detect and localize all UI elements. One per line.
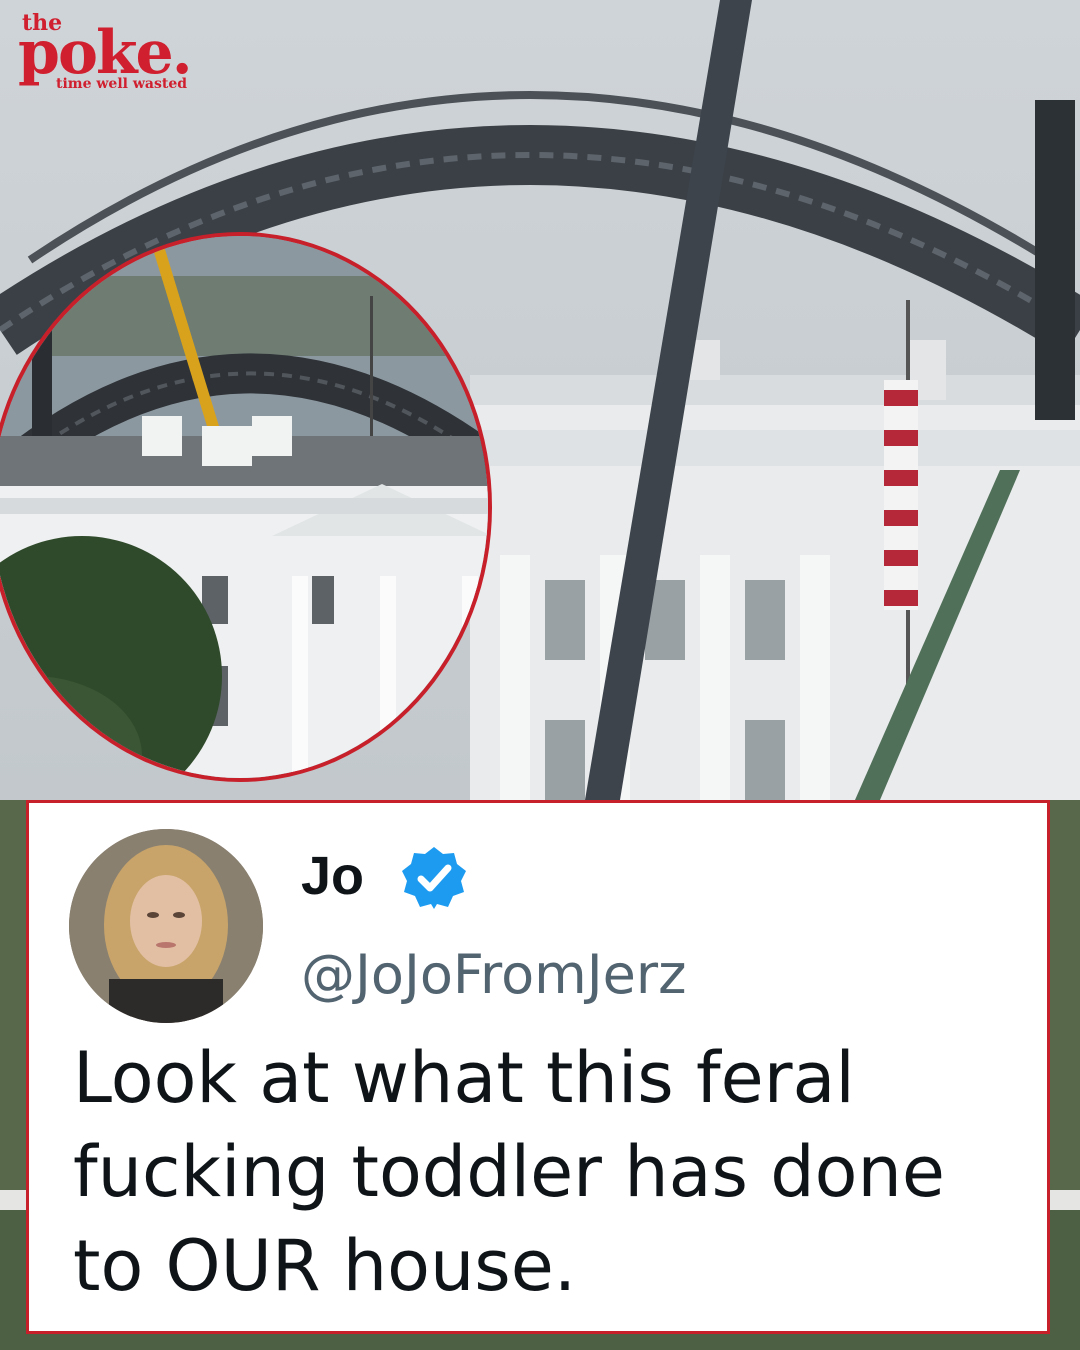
- inset-photo: [0, 232, 492, 782]
- brand-tagline: time well wasted: [56, 76, 188, 92]
- tweet-card: Jo @JoJoFromJerz Look at what this feral…: [26, 800, 1050, 1334]
- user-handle[interactable]: @JoJoFromJerz: [301, 943, 686, 1006]
- avatar[interactable]: [69, 829, 263, 1023]
- inset-photo-scene: [0, 236, 488, 778]
- tweet-text: Look at what this feral fucking toddler …: [73, 1037, 945, 1307]
- verified-badge-icon: [402, 847, 466, 909]
- display-name[interactable]: Jo: [301, 845, 364, 907]
- avatar-portrait: [69, 829, 263, 1023]
- brand-logo: the poke. time well wasted: [18, 8, 218, 98]
